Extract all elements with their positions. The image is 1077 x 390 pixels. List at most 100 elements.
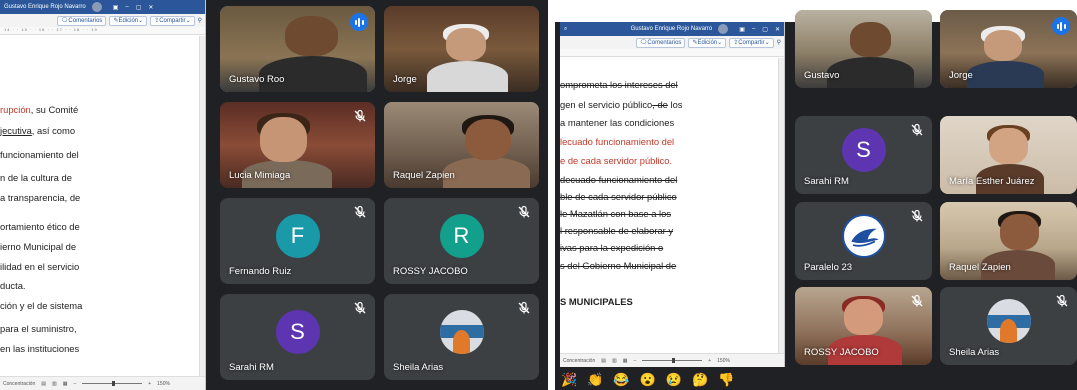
document-line: e de cada servidor público. bbox=[560, 155, 672, 166]
reaction-emoji-button[interactable]: 😂 bbox=[613, 372, 629, 388]
profile-picture bbox=[439, 309, 484, 354]
microphone-off-icon bbox=[910, 294, 924, 308]
restore-icon[interactable]: ▢ bbox=[762, 26, 768, 33]
text-run: , así como bbox=[31, 125, 76, 136]
document-line: S MUNICIPALES bbox=[560, 296, 633, 307]
read-mode-icon[interactable]: ▤ bbox=[601, 358, 606, 364]
participant-name: Sarahi RM bbox=[229, 362, 274, 373]
left-screenshot: Gustavo Enrique Rojo Navarro ▣ – ▢ ✕ 🗨 Coment… bbox=[0, 0, 548, 390]
participant-tile[interactable]: Raquel Zapien bbox=[384, 102, 539, 188]
text-run: ivas para la expedición o bbox=[560, 242, 664, 253]
text-run: omprometa los intereses del bbox=[560, 79, 678, 90]
text-run: , su Comité bbox=[30, 104, 79, 115]
print-layout-icon[interactable]: ▥ bbox=[612, 358, 617, 364]
participant-tile[interactable]: S Sarahi RM bbox=[795, 116, 932, 194]
focus-mode-button[interactable]: Concentración bbox=[563, 358, 595, 364]
text-run: l responsable de elaborar y bbox=[560, 225, 674, 236]
participant-tile[interactable]: Gustavo Roo bbox=[220, 6, 375, 92]
read-mode-icon[interactable]: ▤ bbox=[41, 381, 46, 387]
participant-name: Raquel Zapien bbox=[393, 170, 455, 181]
participant-name: Sheila Arias bbox=[949, 347, 1000, 358]
reaction-emoji-button[interactable]: 🎉 bbox=[561, 372, 577, 388]
focus-mode-button[interactable]: Concentración bbox=[3, 381, 35, 387]
participant-tile[interactable]: S Sarahi RM bbox=[220, 294, 375, 380]
face bbox=[446, 28, 487, 62]
pin-icon[interactable]: ⚲ bbox=[777, 39, 781, 46]
profile-picture bbox=[986, 299, 1031, 344]
text-run: a mantener las condiciones bbox=[560, 117, 675, 128]
logo-figure bbox=[999, 319, 1018, 344]
microphone-off-icon bbox=[1055, 294, 1069, 308]
user-avatar[interactable] bbox=[91, 2, 102, 12]
text-run: lecuado funcionamiento del bbox=[560, 136, 675, 147]
divider bbox=[548, 0, 555, 390]
share-button[interactable]: ⇪ Compartir ⌄ bbox=[150, 15, 195, 26]
title-bar: ⌕ Gustavo Enrique Rojo Navarro ▣ – ▢ ✕ bbox=[560, 22, 784, 36]
user-avatar[interactable] bbox=[718, 24, 729, 34]
edit-mode-button[interactable]: ✎ Edición ⌄ bbox=[109, 15, 148, 26]
participant-name: Raquel Zapien bbox=[949, 262, 1011, 273]
document-line: a transparencia, de bbox=[0, 192, 80, 203]
reaction-emoji-button[interactable]: 👎 bbox=[718, 372, 734, 388]
document-line: para el suministro, bbox=[0, 323, 77, 334]
vertical-scrollbar[interactable] bbox=[778, 58, 784, 353]
edit-mode-button[interactable]: ✎ Edición ⌄ bbox=[688, 37, 727, 48]
title-bar: Gustavo Enrique Rojo Navarro ▣ – ▢ ✕ bbox=[0, 0, 205, 14]
participant-tile[interactable]: Sheila Arias bbox=[940, 287, 1077, 365]
document-line: le Mazatlán con base a los bbox=[560, 208, 671, 219]
zoom-level: 150% bbox=[717, 357, 730, 364]
reaction-emoji-button[interactable]: 😢 bbox=[666, 372, 682, 388]
print-layout-icon[interactable]: ▥ bbox=[52, 381, 57, 387]
share-button[interactable]: ⇪ Compartir ⌄ bbox=[729, 37, 774, 48]
close-icon[interactable]: ✕ bbox=[148, 4, 153, 11]
participant-tile[interactable]: María Esther Juárez bbox=[940, 116, 1077, 194]
participant-tile[interactable]: Sheila Arias bbox=[384, 294, 539, 380]
torso bbox=[967, 61, 1045, 88]
participant-tile[interactable]: R ROSSY JACOBO bbox=[384, 198, 539, 284]
document-line: jecutiva, así como bbox=[0, 125, 75, 136]
pin-icon[interactable]: ⚲ bbox=[198, 17, 202, 24]
face bbox=[989, 128, 1028, 165]
restore-icon[interactable]: ▢ bbox=[136, 4, 142, 11]
participant-tile[interactable]: Lucia Mimiaga bbox=[220, 102, 375, 188]
participant-tile[interactable]: Paralelo 23 bbox=[795, 202, 932, 280]
participant-tile[interactable]: ROSSY JACOBO bbox=[795, 287, 932, 365]
participant-tile[interactable]: Jorge bbox=[384, 6, 539, 92]
comments-button[interactable]: 🗨 Comentarios bbox=[56, 15, 107, 26]
close-icon[interactable]: ✕ bbox=[775, 26, 780, 33]
minimize-icon[interactable]: – bbox=[752, 26, 755, 32]
reaction-emoji-button[interactable]: 👏 bbox=[587, 372, 603, 388]
ribbon-display-icon[interactable]: ▣ bbox=[113, 4, 119, 11]
reaction-emoji-button[interactable]: 😮 bbox=[640, 372, 656, 388]
text-run: s del Gobierno Municipal de bbox=[560, 260, 677, 271]
microphone-off-icon bbox=[910, 123, 924, 137]
zoom-slider[interactable] bbox=[82, 381, 143, 386]
level-bar bbox=[358, 17, 360, 27]
text-run: ción y el de sistema bbox=[0, 300, 83, 311]
face bbox=[464, 119, 512, 161]
text-run: n de la cultura de bbox=[0, 172, 72, 183]
participant-tile[interactable]: Raquel Zapien bbox=[940, 202, 1077, 280]
participant-tile[interactable]: Jorge bbox=[940, 10, 1077, 88]
search-icon[interactable]: ⌕ bbox=[564, 26, 567, 33]
participant-name: Paralelo 23 bbox=[804, 262, 853, 273]
minimize-icon[interactable]: – bbox=[125, 4, 128, 10]
ribbon-display-icon[interactable]: ▣ bbox=[739, 26, 745, 33]
comments-label: Comentarios bbox=[68, 17, 103, 24]
zoom-in-button[interactable]: + bbox=[708, 358, 711, 364]
comments-button[interactable]: 🗨 Comentarios bbox=[635, 37, 686, 48]
text-run: decuado funcionamiento del bbox=[560, 174, 678, 185]
avatar-initial: S bbox=[856, 137, 871, 163]
web-layout-icon[interactable]: ▦ bbox=[623, 358, 628, 364]
comment-icon: 🗨 bbox=[60, 18, 69, 24]
participant-tile[interactable]: Gustavo bbox=[795, 10, 932, 88]
web-layout-icon[interactable]: ▦ bbox=[63, 381, 68, 387]
right-screenshot: ⌕ Gustavo Enrique Rojo Navarro ▣ – ▢ ✕ 🗨 Comen… bbox=[555, 0, 1077, 390]
zoom-out-button[interactable]: – bbox=[73, 381, 76, 387]
zoom-slider[interactable] bbox=[642, 358, 703, 363]
zoom-out-button[interactable]: – bbox=[633, 358, 636, 364]
reaction-emoji-button[interactable]: 🤔 bbox=[692, 372, 708, 388]
participant-tile[interactable]: F Fernando Ruiz bbox=[220, 198, 375, 284]
zoom-in-button[interactable]: + bbox=[148, 381, 151, 387]
vertical-scrollbar[interactable] bbox=[199, 36, 205, 376]
